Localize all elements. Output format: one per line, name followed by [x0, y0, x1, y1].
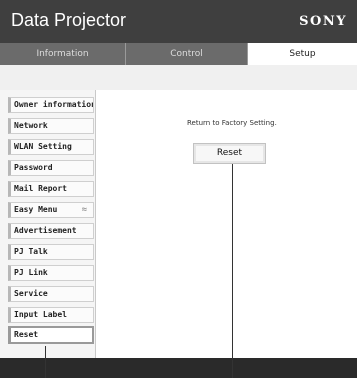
factory-reset-message: Return to Factory Setting. — [187, 119, 277, 127]
sidebar-item-easy-menu[interactable]: Easy Menu ≈ — [8, 202, 94, 218]
callout-line-sidebar-reset — [45, 346, 46, 378]
sidebar-item-input-label[interactable]: Input Label — [8, 307, 94, 323]
sidebar-item-network[interactable]: Network — [8, 118, 94, 134]
tab-control[interactable]: Control — [126, 43, 248, 65]
sidebar-item-wlan-setting[interactable]: WLAN Setting — [8, 139, 94, 155]
sidebar: Owner information Network WLAN Setting P… — [0, 90, 96, 358]
tab-bar: Information Control Setup — [0, 43, 357, 65]
sidebar-item-pj-link[interactable]: PJ Link — [8, 265, 94, 281]
sidebar-item-reset[interactable]: Reset — [8, 326, 94, 344]
sidebar-item-owner-information[interactable]: Owner information — [8, 97, 94, 113]
toolbar-band — [0, 65, 357, 90]
double-chevron-up-icon[interactable]: ≈ — [82, 203, 87, 217]
header-bar: Data Projector SONY — [0, 0, 357, 43]
callout-line-reset-button — [232, 164, 233, 378]
tab-information[interactable]: Information — [0, 43, 126, 65]
sidebar-item-label: Easy Menu — [14, 205, 58, 214]
brand-logo: SONY — [299, 14, 347, 29]
tab-setup[interactable]: Setup — [248, 43, 357, 65]
sidebar-item-advertisement[interactable]: Advertisement — [8, 223, 94, 239]
footer-bar — [0, 358, 357, 378]
reset-button[interactable]: Reset — [193, 143, 266, 164]
sidebar-item-mail-report[interactable]: Mail Report — [8, 181, 94, 197]
sidebar-item-pj-talk[interactable]: PJ Talk — [8, 244, 94, 260]
sidebar-item-service[interactable]: Service — [8, 286, 94, 302]
sidebar-item-password[interactable]: Password — [8, 160, 94, 176]
app-title: Data Projector — [11, 10, 127, 30]
